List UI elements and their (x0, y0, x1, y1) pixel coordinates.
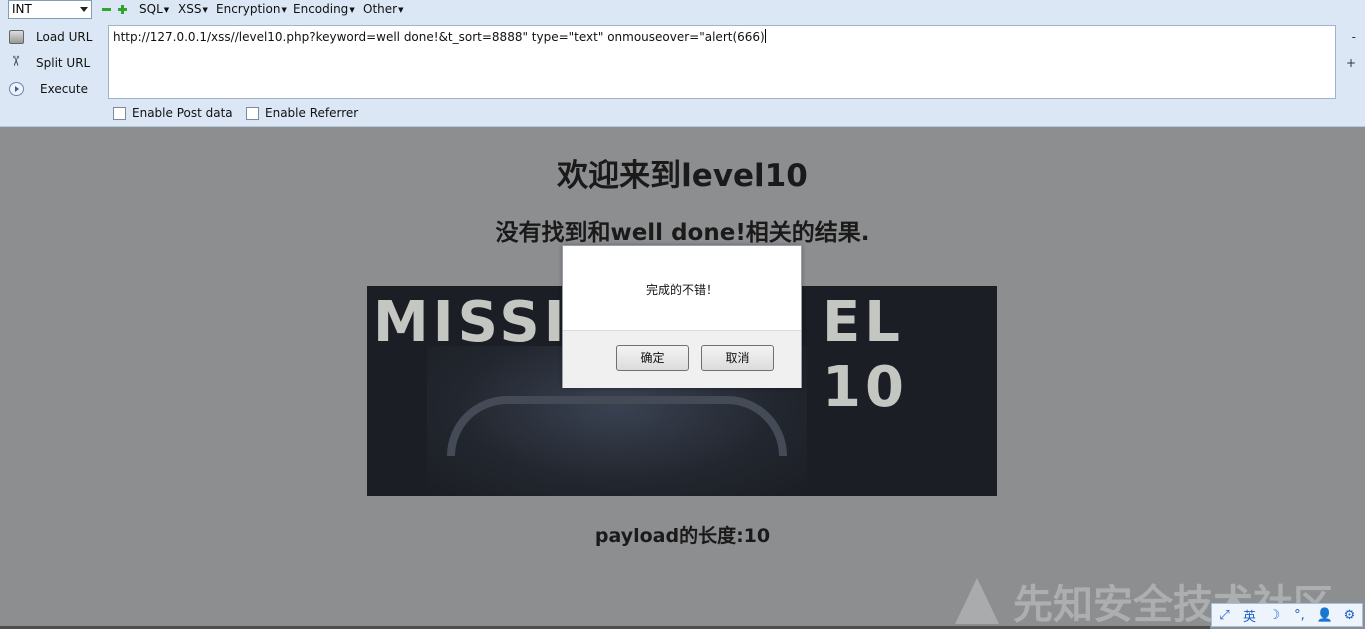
url-text: http://127.0.0.1/xss//level10.php?keywor… (113, 30, 765, 44)
expand-button[interactable]: + (1346, 56, 1356, 70)
alert-dialog: 完成的不错！ 确定 取消 (562, 245, 802, 388)
enable-post-checkbox[interactable] (113, 106, 126, 120)
menu-other[interactable]: Other▼ (363, 2, 403, 16)
enable-referrer-option[interactable]: Enable Referrer (246, 106, 358, 120)
menu-encoding[interactable]: Encoding▼ (293, 2, 355, 16)
gear-icon[interactable]: ⚙ (1342, 608, 1358, 623)
payload-length-text: payload的长度:10 (594, 525, 771, 547)
execute-button[interactable]: Execute (6, 79, 102, 99)
load-icon (9, 30, 24, 44)
menu-sql[interactable]: SQL▼ (139, 2, 169, 16)
search-result-text: 没有找到和well done!相关的结果. (495, 220, 870, 246)
enable-post-label: Enable Post data (132, 106, 233, 120)
banner-text-left: MISSI (373, 290, 569, 355)
watermark-logo-icon (955, 578, 999, 624)
dropdown-arrow-icon: ▼ (398, 6, 404, 14)
hackbar-toolbar: INT SQL▼ XSS▼ Encryption▼ Encoding▼ Othe… (0, 0, 1365, 127)
split-url-button[interactable]: Split URL (6, 53, 102, 73)
dropdown-arrow-icon: ▼ (163, 6, 170, 14)
text-caret (764, 29, 766, 43)
type-select-value: INT (12, 2, 32, 16)
banner-arch (447, 396, 787, 456)
dropdown-arrow-icon: ▼ (349, 6, 355, 14)
dropdown-arrow-icon: ▼ (281, 6, 287, 14)
increase-icon[interactable] (118, 5, 127, 14)
menu-xss[interactable]: XSS▼ (178, 2, 208, 16)
menu-encryption[interactable]: Encryption▼ (216, 2, 287, 16)
enable-referrer-checkbox[interactable] (246, 106, 259, 120)
ime-language-toggle[interactable]: 英 (1242, 606, 1258, 625)
enable-referrer-label: Enable Referrer (265, 106, 359, 120)
ok-button[interactable]: 确定 (616, 345, 689, 371)
play-icon (9, 82, 24, 96)
cancel-button[interactable]: 取消 (701, 345, 774, 371)
dropdown-arrow-icon: ▼ (202, 6, 208, 14)
user-icon[interactable]: 👤 (1317, 608, 1333, 623)
type-select[interactable]: INT (8, 0, 92, 19)
shrink-button[interactable]: - (1352, 30, 1356, 44)
ime-toolbar: ⤢ 英 ☽ °, 👤 ⚙ (1211, 603, 1363, 627)
banner-text-right: EL 10 (822, 290, 908, 420)
load-url-button[interactable]: Load URL (6, 27, 102, 47)
chevron-down-icon (80, 7, 88, 12)
dialog-footer: 确定 取消 (563, 330, 801, 388)
decrease-icon[interactable] (102, 5, 111, 14)
url-textarea[interactable]: http://127.0.0.1/xss//level10.php?keywor… (108, 25, 1336, 99)
scissors-icon (9, 56, 24, 70)
page-title: 欢迎来到level10 (557, 158, 808, 194)
dialog-message: 完成的不错！ (645, 283, 718, 297)
moon-icon[interactable]: ☽ (1267, 608, 1283, 623)
punctuation-icon[interactable]: °, (1292, 608, 1308, 623)
ime-expand-icon[interactable]: ⤢ (1217, 608, 1233, 623)
enable-post-option[interactable]: Enable Post data (113, 106, 233, 120)
